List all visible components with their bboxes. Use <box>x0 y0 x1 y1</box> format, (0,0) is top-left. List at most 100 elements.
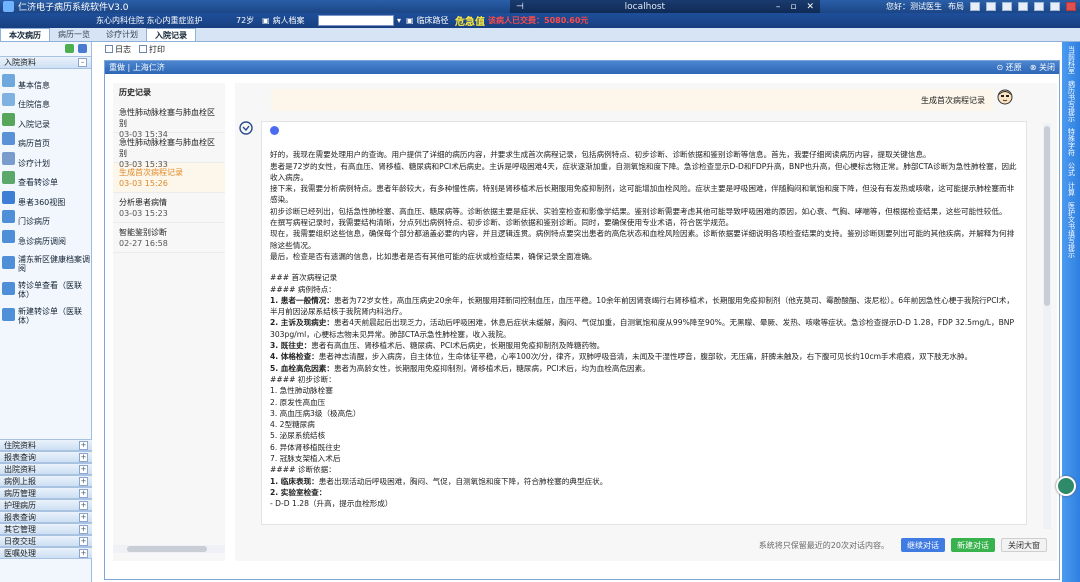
tab-admission-record[interactable]: 入院记录 <box>146 28 196 41</box>
sidebar-section-7[interactable]: 其它管理 + <box>0 523 92 535</box>
history-item[interactable]: 急性肺动脉栓塞与肺血栓区别 03-03 15:33 <box>113 133 225 169</box>
sidebar-item-health-archive[interactable]: 浦东新区健康档案调阅 <box>0 247 91 273</box>
history-title: 历史记录 <box>119 88 151 97</box>
layout-1-icon[interactable] <box>970 2 980 11</box>
continue-chat-button[interactable]: 继续对话 <box>901 538 945 552</box>
sidebar-section-8[interactable]: 日夜交班 + <box>0 535 92 547</box>
home-icon[interactable] <box>1034 2 1044 11</box>
expand-icon[interactable]: + <box>79 476 88 486</box>
sidebar-item-outpatient[interactable]: 门诊病历 <box>0 208 91 228</box>
answer-scrollbar[interactable] <box>1043 123 1051 543</box>
right-tab-calc[interactable]: 计算 <box>1067 182 1076 196</box>
sidebar-item-emergency[interactable]: 急诊病历调阅 <box>0 227 91 247</box>
sidebar-item-basic-info[interactable]: 基本信息 <box>0 71 91 91</box>
right-tool-panel: 当前科室 病历书写提示 特殊字符 公式 计算 医护文书填写提示 <box>1062 42 1080 582</box>
close-panel-button[interactable]: ⊗ 关闭 <box>1030 62 1055 73</box>
scroll-thumb[interactable] <box>1044 126 1050 306</box>
print-button[interactable]: 打印 <box>139 44 165 55</box>
patient-select-input[interactable] <box>318 14 394 26</box>
collapse-icon[interactable]: – <box>78 58 87 67</box>
sidebar-item-admission-record[interactable]: 入院记录 <box>0 110 91 130</box>
sidebar-item-treatment-plan[interactable]: 诊疗计划 <box>0 149 91 169</box>
expand-icon[interactable]: + <box>79 452 88 462</box>
restore-panel-button[interactable]: ⊙ 还原 <box>997 62 1022 73</box>
right-tab-formula[interactable]: 公式 <box>1067 162 1076 176</box>
referral-icon <box>2 171 15 184</box>
answer-line: 现在，我需要组织这些信息，确保每个部分都涵盖必要的内容，并且逻辑连贯。病例特点要… <box>270 229 1015 250</box>
sidebar-section-9[interactable]: 医嘱处理 + <box>0 547 92 559</box>
sidebar-item-referral-view[interactable]: 查看转诊单 <box>0 169 91 189</box>
record-tab-row: 本次病历 病历一览 诊疗计划 入院记录 <box>0 28 1080 42</box>
sidebar-item-patient-360[interactable]: 患者360视图 <box>0 188 91 208</box>
critical-value-alert[interactable]: 危急值 该病人已交费：5080.60元 <box>455 14 588 28</box>
restore-button[interactable]: ▫ <box>790 2 796 12</box>
diagnosis-line: 2. 原发性高血压 <box>270 397 326 407</box>
expand-icon[interactable]: + <box>79 440 88 450</box>
sidebar-item-referral-list[interactable]: 转诊单查看（医联体） <box>0 273 91 299</box>
patient-info-bar: 东心内科住院 东心内重症监护 72岁 ▣ 病人档案 ▾ ▣ 临床路径 危急值 该… <box>0 13 1080 28</box>
history-item[interactable]: 分析患者病情 03-03 15:23 <box>113 193 225 223</box>
sidebar-item-new-referral[interactable]: 新建转诊单（医联体） <box>0 299 91 325</box>
right-tab-dept[interactable]: 当前科室 <box>1067 46 1076 74</box>
plan-icon <box>2 151 15 165</box>
basis-line: 1. 临床表现：患者出现活动后呼吸困难，胸闷、气促，自测氧饱和度下降，符合肺栓塞… <box>270 476 608 486</box>
pin-icon[interactable]: ⊣ <box>516 2 524 12</box>
sidebar-item-record-home[interactable]: 病历首页 <box>0 130 91 150</box>
right-tab-writing-tips[interactable]: 病历书写提示 <box>1067 80 1076 122</box>
layout-3-icon[interactable] <box>1002 2 1012 11</box>
people-icon <box>2 255 15 269</box>
sidebar-section-4[interactable]: 病历管理 + <box>0 487 92 499</box>
answer-line: 在撰写病程记录时，我需要结构清晰，分点列出病例特点、初步诊断、诊断依据和鉴别诊断… <box>270 218 734 228</box>
expand-icon[interactable]: + <box>79 464 88 474</box>
sidebar-section-2[interactable]: 出院资料 + <box>0 463 92 475</box>
layout-label[interactable]: 布局 <box>948 1 964 12</box>
layout-2-icon[interactable] <box>986 2 996 11</box>
edit-icon <box>2 112 15 126</box>
history-item[interactable]: 智能鉴别诊断 02-27 16:58 <box>113 223 225 253</box>
expand-icon[interactable]: + <box>79 536 88 546</box>
sidebar-section-6[interactable]: 报表查询 + <box>0 511 92 523</box>
sidebar-section-3[interactable]: 病例上报 + <box>0 475 92 487</box>
grid-icon[interactable] <box>78 44 87 53</box>
archive-link[interactable]: ▣ 病人档案 <box>262 14 305 26</box>
expand-icon[interactable]: + <box>79 500 88 510</box>
window-close-icon[interactable] <box>1066 2 1076 11</box>
pathway-link[interactable]: ▣ 临床路径 <box>406 14 449 26</box>
sidebar-section-5[interactable]: 护理病历 + <box>0 499 92 511</box>
close-button[interactable]: ✕ <box>806 2 814 12</box>
basis-line: 2. 实验室检查： <box>270 487 327 497</box>
history-scrollbar[interactable] <box>113 545 225 553</box>
help-icon[interactable] <box>1050 2 1060 11</box>
chevron-down-icon[interactable]: ▾ <box>397 16 401 25</box>
remote-host: localhost <box>624 1 666 12</box>
right-tab-special-chars[interactable]: 特殊字符 <box>1067 128 1076 156</box>
expand-icon[interactable]: + <box>79 524 88 534</box>
history-item-active[interactable]: 生成首次病程记录 03-03 15:26 <box>113 163 225 193</box>
archive-icon: ▣ <box>262 15 270 25</box>
feature-line: 4. 体格检查：患者神志清醒，步入病房，自主体位，生命体征平稳，心率100次/分… <box>270 352 973 362</box>
refresh-icon[interactable] <box>65 44 74 53</box>
history-item[interactable]: 急性肺动脉栓塞与肺血栓区别 03-03 15:34 <box>113 103 225 139</box>
expand-icon[interactable]: + <box>79 488 88 498</box>
lock-icon[interactable] <box>1018 2 1028 11</box>
expand-icon[interactable]: + <box>79 512 88 522</box>
collapse-thinking-icon[interactable] <box>270 126 279 135</box>
right-tab-doc-tips[interactable]: 医护文书填写提示 <box>1067 202 1076 258</box>
sidebar-section-0[interactable]: 住院资料 + <box>0 439 92 451</box>
minimize-button[interactable]: – <box>776 2 781 12</box>
tab-current-record[interactable]: 本次病历 <box>0 28 50 41</box>
sidebar-section-1[interactable]: 报表查询 + <box>0 451 92 463</box>
tab-treatment-plan[interactable]: 诊疗计划 <box>98 28 146 41</box>
floating-assistant-icon[interactable] <box>1056 476 1076 496</box>
patient-select[interactable]: ▾ <box>318 14 401 26</box>
history-panel: 历史记录 急性肺动脉栓塞与肺血栓区别 03-03 15:34 急性肺动脉栓塞与肺… <box>113 83 225 561</box>
expand-icon[interactable]: + <box>79 548 88 558</box>
new-chat-button[interactable]: 新建对话 <box>951 538 995 552</box>
sidebar-section-header[interactable]: 入院资料 – <box>0 56 91 69</box>
log-button[interactable]: 日志 <box>105 44 131 55</box>
close-window-button[interactable]: 关闭大窗 <box>1001 538 1047 552</box>
sidebar-item-inpatient-info[interactable]: 住院信息 <box>0 91 91 111</box>
scroll-thumb[interactable] <box>127 546 207 552</box>
left-sidebar: 入院资料 – 基本信息 住院信息 入院记录 病历首页 诊疗计划 查看转诊单 患者… <box>0 42 92 582</box>
tab-record-overview[interactable]: 病历一览 <box>50 28 98 41</box>
